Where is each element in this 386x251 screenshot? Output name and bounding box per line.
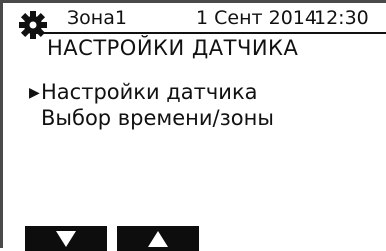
triangle-right-icon: ▶: [29, 85, 40, 101]
zone-label: Зона1: [67, 7, 127, 29]
menu-item-label: Выбор времени/зоны: [41, 106, 274, 130]
arrow-down-icon: [56, 230, 76, 247]
menu-item-label: Настройки датчика: [41, 80, 258, 104]
gear-icon: [19, 11, 47, 39]
page-title: НАСТРОЙКИ ДАТЧИКА: [47, 36, 299, 60]
down-button[interactable]: [25, 226, 107, 251]
up-button[interactable]: [117, 226, 199, 251]
menu-item-time-zone-select[interactable]: Выбор времени/зоны: [29, 106, 274, 130]
arrow-up-icon: [148, 230, 168, 247]
menu-item-sensor-settings[interactable]: ▶Настройки датчика: [29, 80, 258, 104]
header-divider: [33, 32, 386, 34]
device-screen: Зона1 1 Сент 2014 12:30 НАСТРОЙКИ ДАТЧИК…: [0, 0, 386, 251]
date-label: 1 Сент 2014: [196, 7, 317, 29]
time-label: 12:30: [314, 7, 369, 29]
